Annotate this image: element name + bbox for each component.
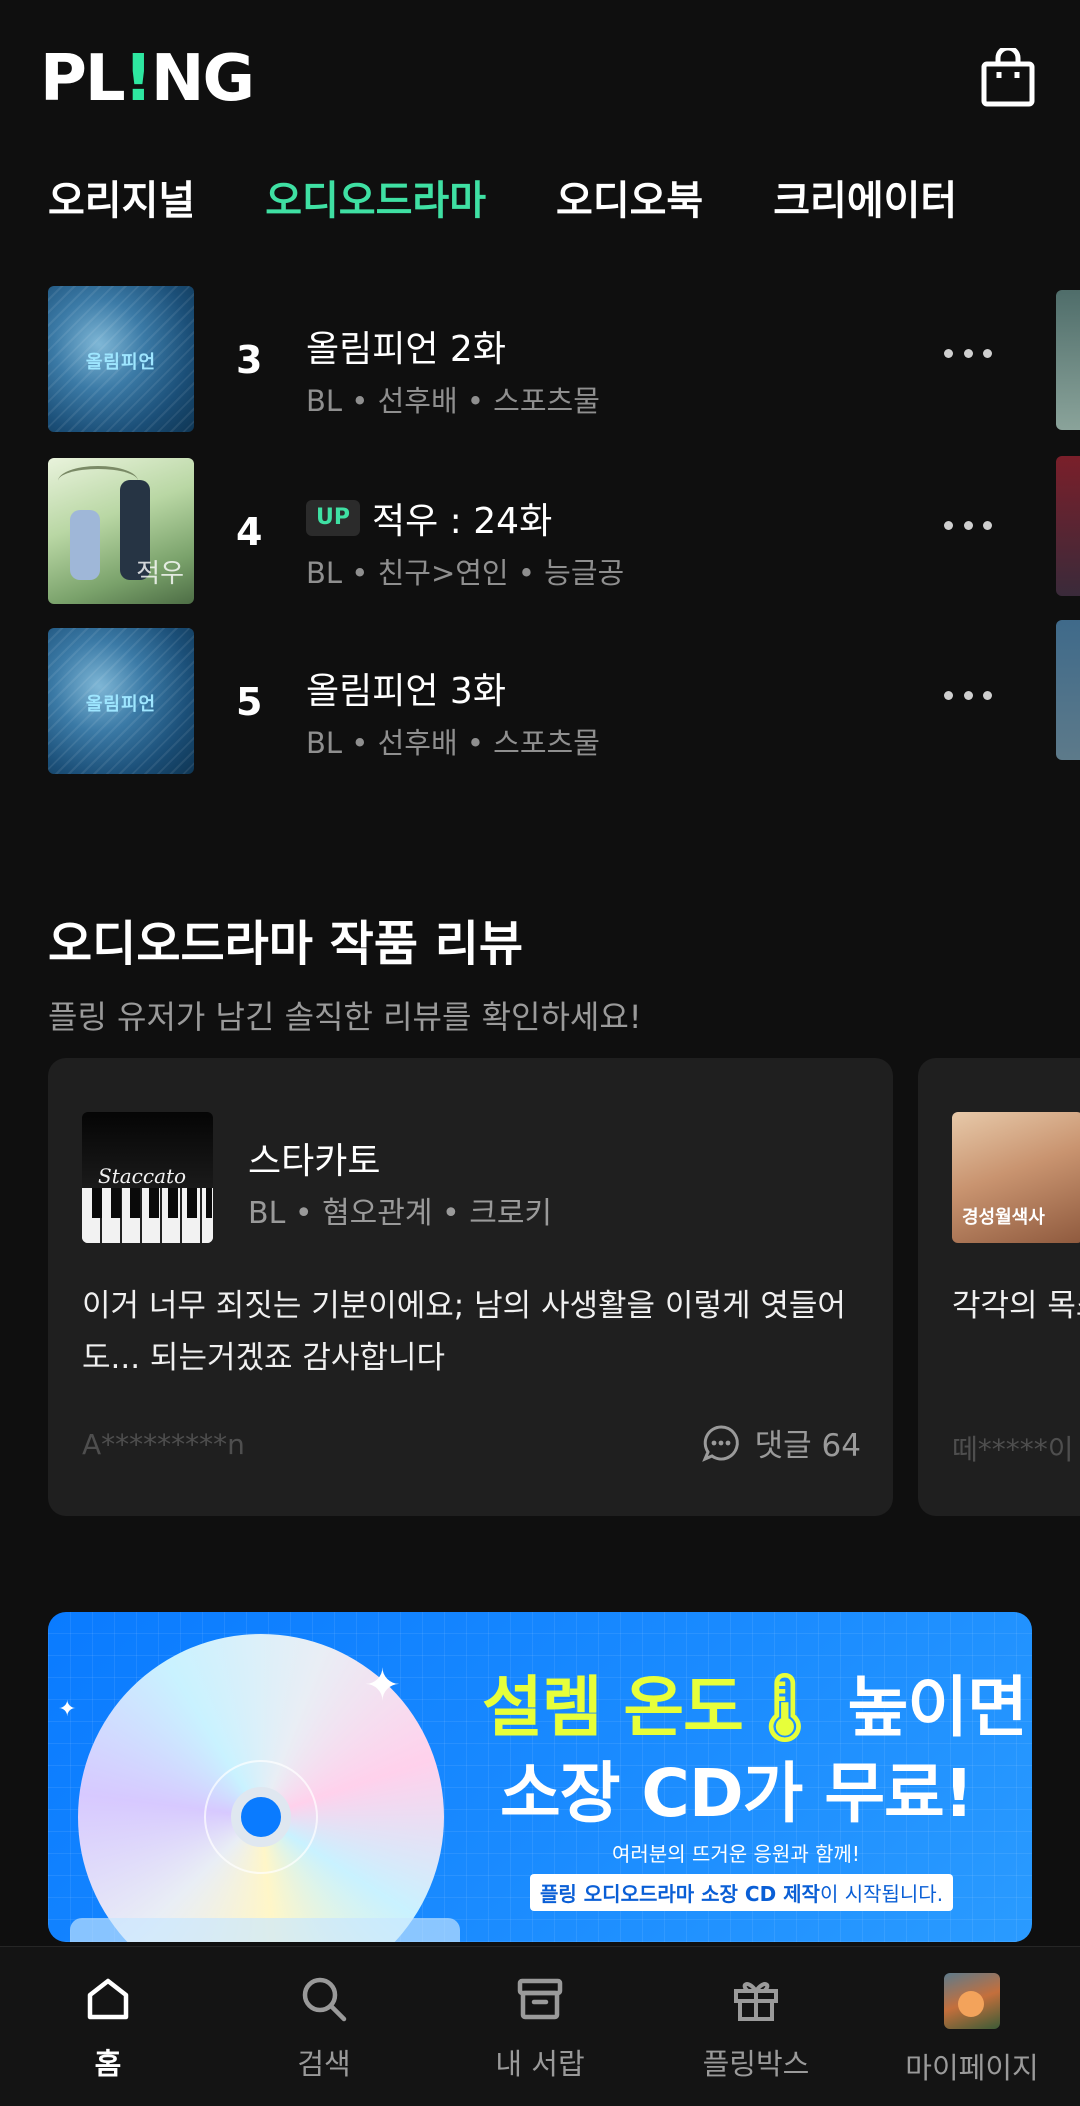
sparkle-icon: ✦ <box>58 1697 77 1722</box>
ranking-row[interactable]: 올림피언 5 올림피언 3화 BL • 선후배 • 스포츠물 <box>0 620 1080 774</box>
rank-number: 4 <box>236 510 263 554</box>
comment-count[interactable]: 댓글 64 <box>701 1420 861 1465</box>
next-column-peek <box>1056 290 1080 430</box>
home-icon <box>87 1978 129 2020</box>
gift-icon <box>734 1982 778 2021</box>
nav-drawer[interactable]: 내 서랍 <box>440 1973 640 2083</box>
more-options-icon[interactable] <box>944 518 992 532</box>
nav-search[interactable]: 검색 <box>224 1973 424 2083</box>
sparkle-icon: ✦ <box>364 1660 401 1711</box>
episode-title: UP 적우 : 24화 <box>306 492 552 544</box>
ranking-row[interactable]: 올림피언 3 올림피언 2화 BL • 선후배 • 스포츠물 <box>0 286 1080 432</box>
tab-original[interactable]: 오리지널 <box>48 168 195 226</box>
cover-image: 올림피언 <box>48 286 194 432</box>
avatar <box>944 1973 1000 2029</box>
review-section-header: 오디오드라마 작품 리뷰 플링 유저가 남긴 솔직한 리뷰를 확인하세요! <box>48 904 642 1038</box>
promo-banner[interactable]: ✦ ✦ 설렘 온도🌡 높이면 소장 CD가 무료! 여러분의 뜨거운 응원과 함… <box>48 1612 1032 1942</box>
tab-audio-drama[interactable]: 오디오드라마 <box>265 168 486 226</box>
work-title: 스타카토 <box>248 1141 381 1182</box>
genre-tags: BL • 선후배 • 스포츠물 <box>306 384 600 418</box>
nav-pling-box[interactable]: 플링박스 <box>656 1973 856 2083</box>
rank-number: 5 <box>236 680 263 724</box>
genre-tags: BL • 친구>연인 • 능글공 <box>306 556 625 590</box>
pling-logo[interactable]: PL!NG <box>40 42 255 120</box>
reviewer-name: 떼*****이 <box>952 1433 1074 1466</box>
review-text: 이거 너무 죄짓는 기분이에요; 남의 사생활을 이렇게 엿들어도... 되는거… <box>82 1288 846 1376</box>
drawer-icon <box>517 1978 563 2020</box>
cover-image: 적우 <box>48 458 194 604</box>
more-options-icon[interactable] <box>944 688 992 702</box>
app-screen: PL!NG 오리지널 오디오드라마 오디오북 크리에이터 올림피언 3 올림피언… <box>0 0 1080 2106</box>
up-badge: UP <box>306 500 360 536</box>
section-subtitle: 플링 유저가 남긴 솔직한 리뷰를 확인하세요! <box>48 998 642 1036</box>
next-column-peek <box>1056 620 1080 760</box>
cover-image: Staccato <box>82 1112 213 1243</box>
cd-stand <box>70 1918 460 1942</box>
genre-tags: BL • 혐오관계 • 크로키 <box>248 1196 553 1231</box>
more-options-icon[interactable] <box>944 346 992 360</box>
search-icon <box>302 1977 347 2022</box>
top-header: PL!NG 오리지널 오디오드라마 오디오북 크리에이터 <box>0 0 1080 252</box>
tab-creator[interactable]: 크리에이터 <box>773 168 957 226</box>
rank-number: 3 <box>236 338 263 382</box>
banner-caption-box: 플링 오디오드라마 소장 CD 제작이 시작됩니다. <box>530 1874 954 1911</box>
nav-my-page[interactable]: 마이페이지 <box>872 1973 1072 2087</box>
ranking-row[interactable]: 적우 4 UP 적우 : 24화 BL • 친구>연인 • 능글공 <box>0 456 1080 604</box>
genre-tags: BL • 선후배 • 스포츠물 <box>306 726 600 760</box>
category-tabs: 오리지널 오디오드라마 오디오북 크리에이터 <box>48 168 957 226</box>
reviewer-name: A*********n <box>82 1428 245 1461</box>
section-title: 오디오드라마 작품 리뷰 <box>48 916 524 972</box>
review-card[interactable]: 경성월색사 각각의 목소 떼*****이 <box>918 1058 1080 1516</box>
episode-title: 올림피언 3화 <box>306 671 506 712</box>
nav-home[interactable]: 홈 <box>8 1973 208 2083</box>
review-text: 각각의 목소 <box>952 1288 1080 1324</box>
cover-image: 올림피언 <box>48 628 194 774</box>
banner-caption: 여러분의 뜨거운 응원과 함께! <box>612 1842 860 1866</box>
banner-headline: 설렘 온도🌡 높이면 <box>482 1669 1028 1746</box>
cover-image: 경성월색사 <box>952 1112 1080 1243</box>
banner-headline-2: 소장 CD가 무료! <box>500 1755 974 1832</box>
comment-icon <box>701 1424 739 1462</box>
logo-text: PL!NG <box>40 42 255 116</box>
shopping-bag-icon[interactable] <box>980 48 1036 108</box>
next-column-peek <box>1056 456 1080 596</box>
bottom-navigation: 홈 검색 내 서랍 플링박스 마이페이지 <box>0 1946 1080 2106</box>
review-card[interactable]: Staccato 스타카토 BL • 혐오관계 • 크로키 이거 너무 죄짓는 … <box>48 1058 893 1516</box>
tab-audiobook[interactable]: 오디오북 <box>556 168 703 226</box>
episode-title: 올림피언 2화 <box>306 329 506 370</box>
